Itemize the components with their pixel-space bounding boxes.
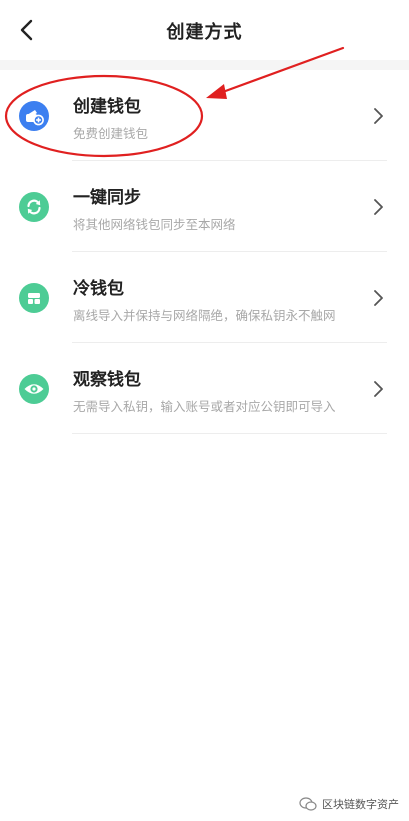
list-item-one-click-sync[interactable]: 一键同步 将其他网络钱包同步至本网络 (0, 161, 409, 252)
item-subtitle: 离线导入并保持与网络隔绝，确保私钥永不触网 (73, 308, 336, 323)
list-item-create-wallet[interactable]: 创建钱包 免费创建钱包 (0, 70, 409, 161)
item-title: 观察钱包 (73, 370, 141, 390)
cold-wallet-icon (19, 283, 49, 313)
item-title: 一键同步 (73, 188, 141, 208)
item-subtitle: 将其他网络钱包同步至本网络 (73, 217, 236, 232)
item-subtitle: 无需导入私钥，输入账号或者对应公钥即可导入 (73, 399, 336, 414)
chevron-right-icon (374, 290, 383, 306)
wallet-add-icon (19, 101, 49, 131)
chevron-right-icon (374, 199, 383, 215)
item-title: 创建钱包 (73, 97, 141, 117)
page-title: 创建方式 (166, 22, 243, 43)
header-bar: 创建方式 (0, 0, 409, 60)
wechat-icon (299, 797, 317, 811)
list-item-cold-wallet[interactable]: 冷钱包 离线导入并保持与网络隔绝，确保私钥永不触网 (0, 252, 409, 343)
watermark: 区块链数字资产 (299, 796, 399, 812)
row-divider (72, 433, 387, 434)
item-title: 冷钱包 (73, 279, 124, 299)
list-item-watch-wallet[interactable]: 观察钱包 无需导入私钥，输入账号或者对应公钥即可导入 (0, 343, 409, 434)
chevron-right-icon (374, 108, 383, 124)
creation-method-list: 创建钱包 免费创建钱包 一键同步 将其他网络钱包同步至本网络 冷钱包 离线导入并… (0, 70, 409, 434)
eye-icon (19, 374, 49, 404)
sync-icon (19, 192, 49, 222)
item-subtitle: 免费创建钱包 (73, 126, 149, 141)
chevron-right-icon (374, 381, 383, 397)
section-divider (0, 60, 409, 70)
watermark-text: 区块链数字资产 (322, 798, 399, 811)
